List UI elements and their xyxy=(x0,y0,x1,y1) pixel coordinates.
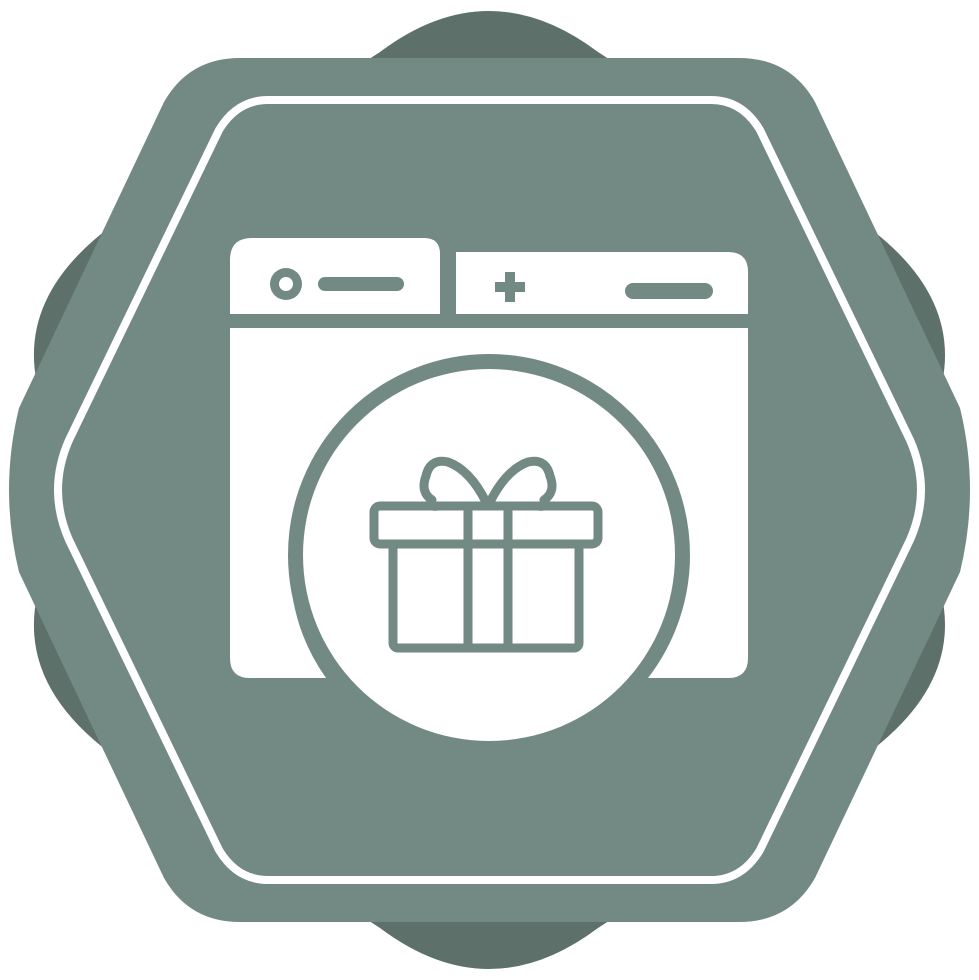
tab-title-line xyxy=(318,277,404,291)
icon-canvas xyxy=(0,0,979,980)
gift-circle xyxy=(303,369,675,741)
browser-gift-icon xyxy=(9,11,970,969)
add-tab-title-line xyxy=(625,283,713,299)
tab-favicon-dot xyxy=(279,277,293,291)
browser-tab xyxy=(230,238,440,314)
gift-badge xyxy=(288,354,690,756)
